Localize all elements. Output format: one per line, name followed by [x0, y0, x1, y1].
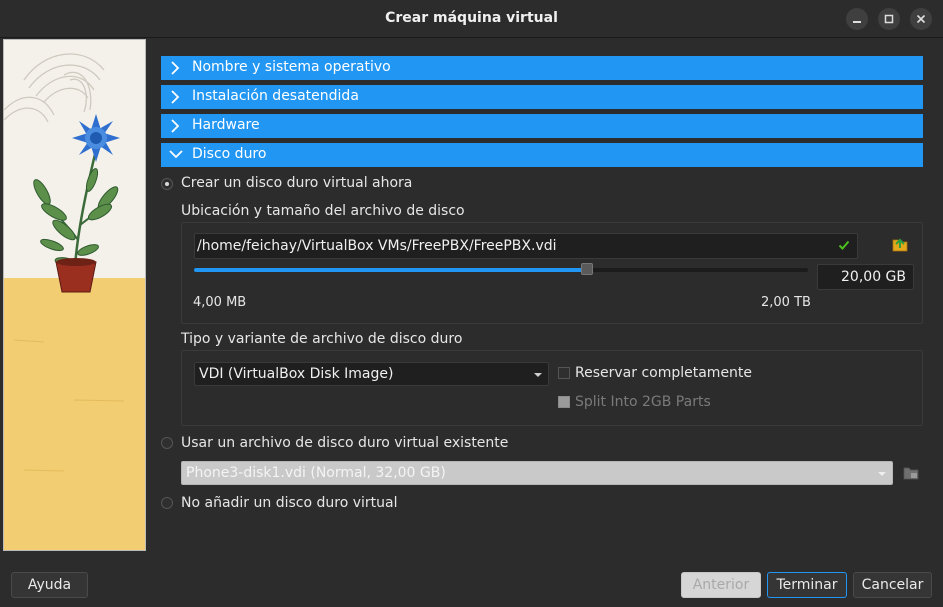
- close-button[interactable]: [910, 8, 932, 30]
- minimize-button[interactable]: [846, 8, 868, 30]
- chevron-down-icon: [169, 150, 183, 159]
- use-existing-disk-label[interactable]: Usar un archivo de disco duro virtual ex…: [181, 435, 508, 451]
- slider-fill: [194, 268, 587, 272]
- checkmark-icon: [838, 240, 850, 250]
- section-label: Disco duro: [192, 146, 267, 162]
- disk-type-heading: Tipo y variante de archivo de disco duro: [181, 331, 463, 347]
- preallocate-label[interactable]: Reservar completamente: [575, 365, 752, 381]
- section-hardware[interactable]: Hardware: [161, 114, 923, 138]
- wizard-content: Nombre y sistema operativo Instalación d…: [146, 39, 943, 563]
- disk-size-slider[interactable]: [194, 263, 808, 275]
- close-icon: [916, 14, 926, 24]
- cancel-button[interactable]: Cancelar: [853, 572, 932, 598]
- section-disco-duro[interactable]: Disco duro: [161, 143, 923, 167]
- chevron-down-icon: [534, 373, 542, 377]
- help-button[interactable]: Ayuda: [11, 572, 88, 598]
- window-title: Crear máquina virtual: [385, 10, 558, 26]
- disk-size-value: 20,00 GB: [841, 269, 906, 285]
- section-nombre-sistema-operativo[interactable]: Nombre y sistema operativo: [161, 56, 923, 80]
- use-existing-disk-radio[interactable]: [161, 437, 173, 449]
- section-label: Nombre y sistema operativo: [192, 59, 391, 75]
- split-2gb-checkbox[interactable]: [558, 396, 570, 408]
- chevron-right-icon: [171, 119, 180, 133]
- section-label: Instalación desatendida: [192, 88, 359, 104]
- preallocate-checkbox[interactable]: [558, 367, 570, 379]
- disk-browse-icon[interactable]: [903, 465, 919, 481]
- maximize-icon: [884, 14, 894, 24]
- chevron-right-icon: [171, 90, 180, 104]
- disk-type-select[interactable]: VDI (VirtualBox Disk Image): [194, 362, 549, 386]
- no-disk-radio[interactable]: [161, 497, 173, 509]
- title-bar: Crear máquina virtual: [0, 0, 943, 38]
- create-disk-radio[interactable]: [161, 178, 173, 190]
- size-min-label: 4,00 MB: [193, 295, 247, 310]
- section-label: Hardware: [192, 117, 260, 133]
- location-size-heading: Ubicación y tamaño del archivo de disco: [181, 203, 465, 219]
- split-2gb-label[interactable]: Split Into 2GB Parts: [575, 394, 711, 410]
- maximize-button[interactable]: [878, 8, 900, 30]
- disk-size-field[interactable]: 20,00 GB: [817, 264, 914, 290]
- folder-browse-icon[interactable]: [892, 237, 908, 253]
- button-bar: Ayuda Anterior Terminar Cancelar: [0, 563, 943, 607]
- slider-handle[interactable]: [580, 263, 593, 275]
- create-disk-label[interactable]: Crear un disco duro virtual ahora: [181, 175, 412, 191]
- no-disk-label[interactable]: No añadir un disco duro virtual: [181, 495, 397, 511]
- existing-disk-value: Phone3-disk1.vdi (Normal, 32,00 GB): [186, 465, 446, 481]
- existing-disk-select[interactable]: Phone3-disk1.vdi (Normal, 32,00 GB): [181, 461, 893, 485]
- minimize-icon: [853, 21, 861, 23]
- chevron-down-icon: [878, 472, 886, 476]
- disk-type-value: VDI (VirtualBox Disk Image): [199, 366, 394, 382]
- disk-path-value: /home/feichay/VirtualBox VMs/FreePBX/Fre…: [197, 238, 557, 254]
- wizard-banner-image: [3, 39, 146, 551]
- size-max-label: 2,00 TB: [761, 295, 811, 310]
- section-instalacion-desatendida[interactable]: Instalación desatendida: [161, 85, 923, 109]
- back-button[interactable]: Anterior: [681, 572, 761, 598]
- chevron-right-icon: [171, 61, 180, 75]
- disk-path-field[interactable]: /home/feichay/VirtualBox VMs/FreePBX/Fre…: [194, 233, 858, 259]
- finish-button[interactable]: Terminar: [767, 572, 847, 598]
